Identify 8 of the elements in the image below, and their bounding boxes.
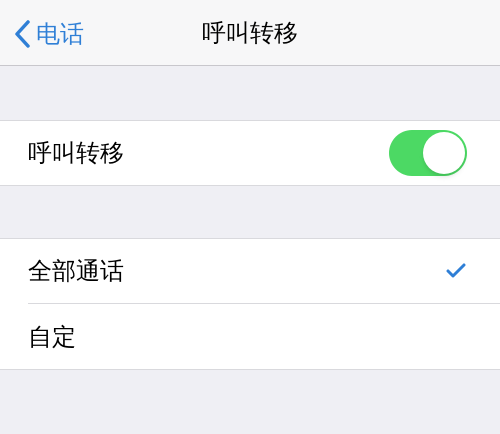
checkmark-icon	[446, 263, 466, 279]
toggle-switch[interactable]	[389, 130, 467, 176]
back-button[interactable]: 电话	[14, 16, 84, 52]
option-row[interactable]: 全部通话	[28, 239, 500, 304]
option-row[interactable]: 自定	[28, 304, 500, 369]
row-label: 呼叫转移	[28, 138, 124, 169]
chevron-left-icon	[14, 20, 30, 48]
screen-title: 呼叫转移	[202, 18, 298, 48]
